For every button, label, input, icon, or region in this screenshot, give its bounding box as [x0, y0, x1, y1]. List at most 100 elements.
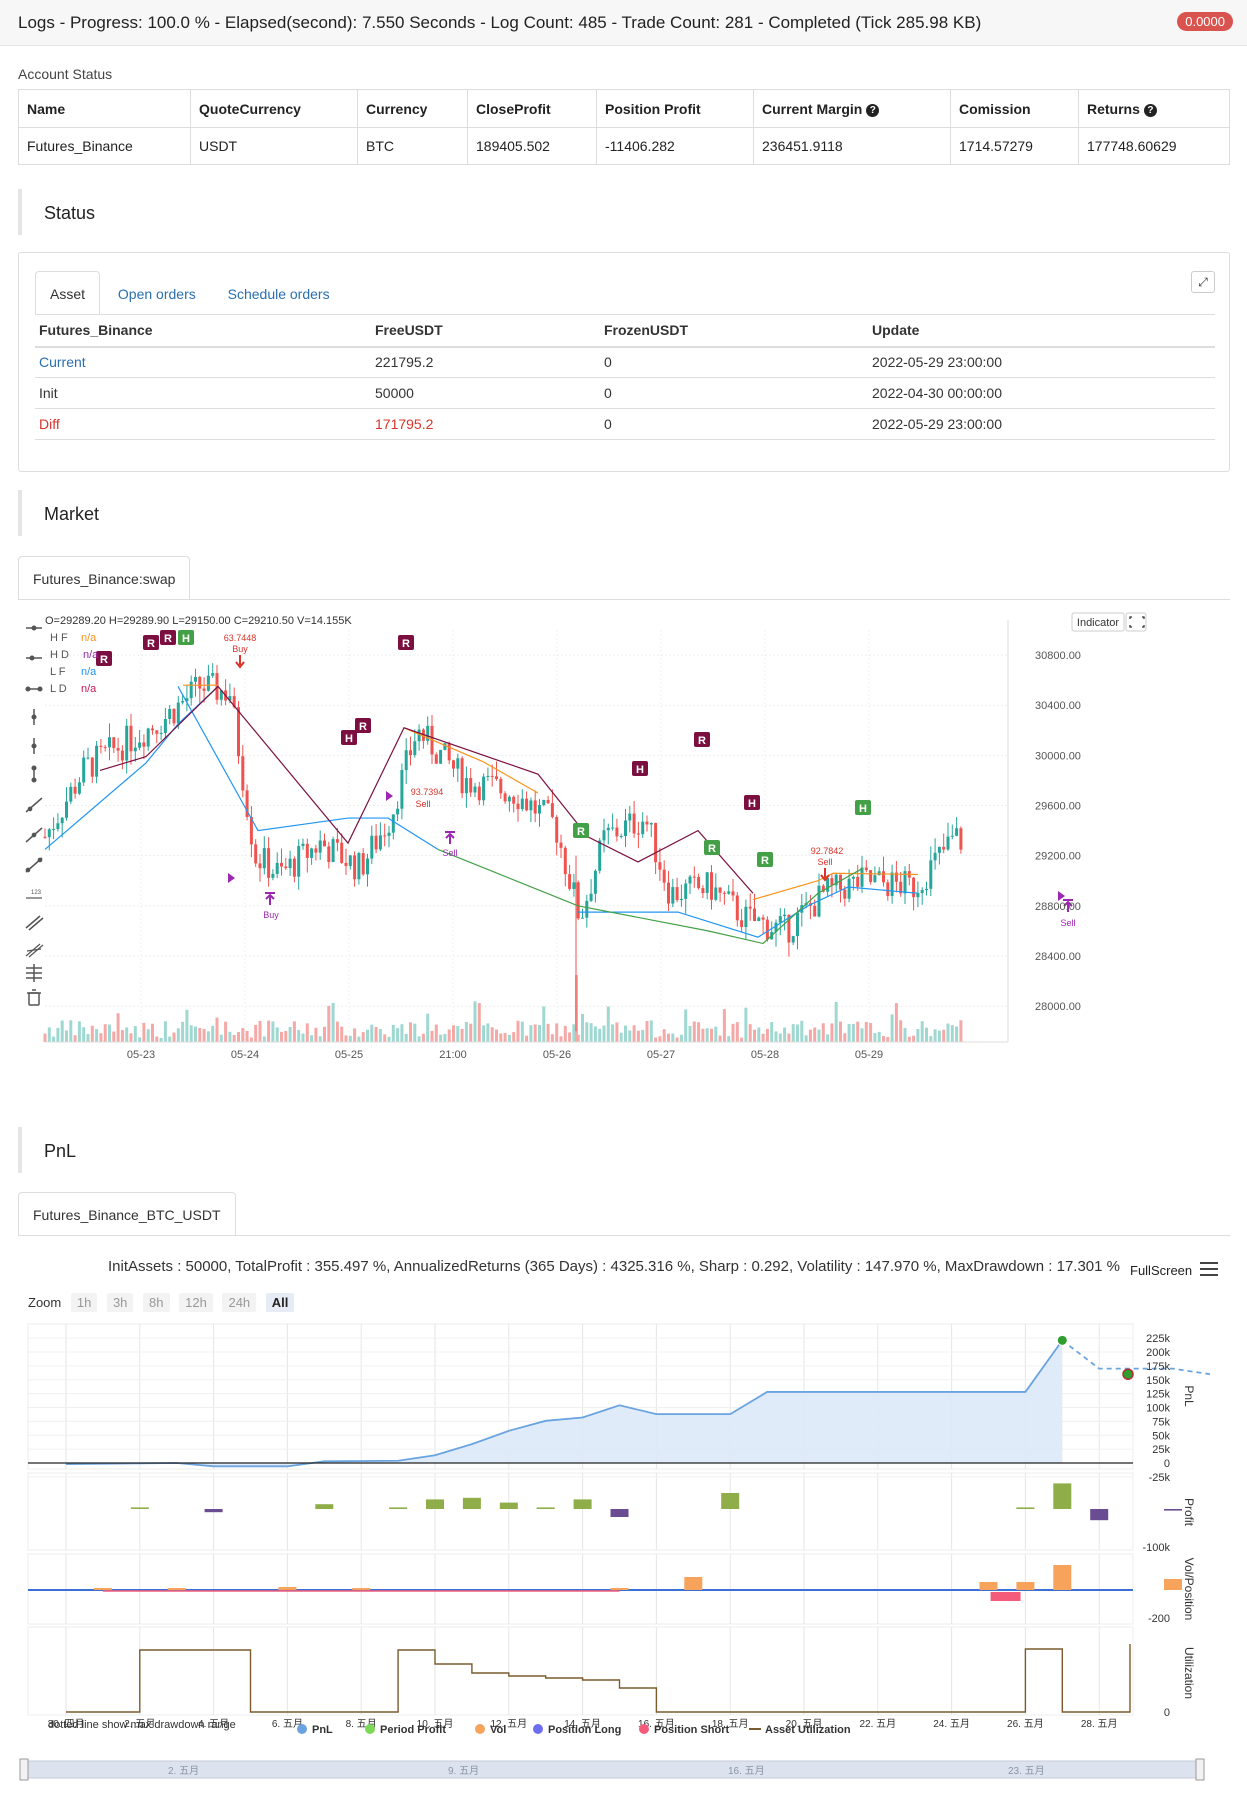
help-icon[interactable]: ?	[1143, 103, 1157, 117]
measure-icon[interactable]	[26, 964, 42, 982]
volume-bar	[774, 1031, 778, 1042]
cell: 1714.57279	[950, 127, 1079, 165]
fibonacci-icon[interactable]: 123	[26, 890, 42, 899]
volume-bar	[65, 1030, 68, 1042]
pivot-marker: R	[96, 651, 112, 666]
candle-body	[740, 920, 744, 928]
annotation-label: Sell	[1060, 918, 1075, 928]
vertical-line-icon[interactable]	[31, 709, 37, 725]
fullscreen-icon[interactable]	[1125, 612, 1147, 632]
cell: 0	[600, 377, 868, 409]
legend-item[interactable]: Asset Utilization	[765, 1724, 851, 1736]
tab-pnl-symbol[interactable]: Futures_Binance_BTC_USDT	[18, 1192, 236, 1236]
utilization-line	[66, 1644, 1131, 1713]
volume-bar	[550, 1034, 554, 1042]
marker-label: H	[859, 803, 867, 815]
vertical-ray-icon[interactable]	[31, 738, 37, 754]
parallel-channel-icon[interactable]	[25, 915, 44, 931]
candle-body	[701, 888, 705, 894]
trend-line-icon[interactable]	[25, 797, 43, 813]
marker-label: R	[147, 638, 155, 650]
candle-body	[439, 749, 443, 764]
legend-item[interactable]: Vol	[490, 1724, 506, 1736]
volume-bar	[619, 1032, 623, 1042]
candle-body	[258, 863, 262, 869]
legend-item[interactable]: Period Profit	[380, 1724, 446, 1736]
vol-bar	[167, 1588, 186, 1590]
candle-body	[490, 775, 494, 777]
candle-body	[555, 816, 559, 843]
candle-body	[327, 846, 331, 863]
candle-body	[108, 737, 111, 748]
profit-bar	[1164, 1509, 1182, 1511]
volume-bar	[477, 1003, 481, 1042]
volume-bar	[671, 1033, 675, 1042]
trash-icon[interactable]	[27, 989, 41, 1006]
navigator-tick-label: 16. 五月	[728, 1765, 765, 1777]
volume-bar	[224, 1021, 228, 1042]
tab-open-orders[interactable]: Open orders	[104, 272, 210, 316]
candle-body	[873, 875, 877, 883]
candlestick-chart[interactable]: 123 RR R RRRHHHHHRRR 30800.0030400.0030000…	[18, 610, 1230, 1110]
trend-ray-icon[interactable]	[25, 827, 43, 843]
cursor-line-icon[interactable]	[26, 625, 42, 631]
legend-swatch	[297, 1724, 307, 1734]
volume-bar	[361, 1032, 365, 1042]
marker-label: R	[359, 721, 367, 733]
expand-icon[interactable]: ⤢	[1191, 271, 1215, 293]
volume-bar	[628, 1030, 632, 1042]
navigator-left-handle[interactable]	[19, 1758, 29, 1781]
table-row: Futures_Binance USDT BTC 189405.502 -114…	[18, 127, 1230, 165]
range-navigator[interactable]: 2. 五月 9. 五月 16. 五月 23. 五月	[19, 1758, 1205, 1781]
candle-body	[443, 743, 447, 750]
tab-market-symbol[interactable]: Futures_Binance:swap	[18, 556, 191, 600]
legend-item[interactable]: Position Long	[548, 1724, 621, 1736]
pitchfork-icon[interactable]	[25, 943, 44, 958]
drawing-toolbar[interactable]: 123	[25, 625, 44, 1006]
vol-bar	[278, 1587, 297, 1590]
legend-item[interactable]: PnL	[312, 1724, 333, 1736]
legend-hf-name: H F	[50, 632, 68, 644]
volume-bar	[946, 1023, 950, 1042]
col-exchange: Futures_Binance	[35, 314, 371, 348]
volume-bar	[163, 1021, 167, 1042]
volume-bar	[929, 1036, 933, 1042]
volume-bar	[735, 1022, 739, 1042]
vol-bar	[610, 1588, 629, 1590]
volume-bar	[314, 1027, 318, 1042]
candle-body	[396, 808, 400, 815]
marker-label: H	[182, 633, 190, 645]
row-label-current[interactable]: Current	[35, 346, 371, 378]
profit-bar	[1090, 1509, 1109, 1521]
horizontal-ray-icon[interactable]	[26, 655, 42, 661]
help-icon[interactable]: ?	[866, 103, 880, 117]
volume-bar	[125, 1027, 129, 1042]
profit-bar	[610, 1509, 629, 1517]
navigator-right-handle[interactable]	[1195, 1758, 1205, 1781]
col-comission: Comission	[950, 89, 1079, 128]
vertical-segment-icon[interactable]	[31, 765, 37, 783]
tab-schedule-orders[interactable]: Schedule orders	[214, 272, 344, 316]
volume-bar	[159, 1037, 163, 1042]
volume-bar	[800, 1020, 804, 1042]
legend-item[interactable]: Position Short	[654, 1724, 730, 1736]
legend-swatch	[475, 1724, 485, 1734]
tab-asset[interactable]: Asset	[35, 271, 101, 315]
candle-body	[864, 867, 868, 871]
trend-segment-icon[interactable]	[25, 857, 43, 873]
volume-bar	[632, 1025, 636, 1042]
legend-hd-name: H D	[50, 649, 69, 661]
pnl-chart[interactable]: 225k 200k 175k 150k 125k 100k75k 50k 25k 0 -25k -1…	[18, 1246, 1230, 1806]
candle-body	[645, 821, 649, 825]
log-title: Logs - Progress: 100.0 % - Elapsed(secon…	[18, 13, 982, 32]
candle-body	[206, 675, 210, 691]
candle-body	[198, 676, 202, 689]
horizontal-line-icon[interactable]	[25, 686, 43, 692]
candle-body	[791, 936, 795, 943]
volume-bar	[533, 1024, 537, 1042]
volume-bar	[705, 1028, 709, 1042]
candle-body	[783, 914, 787, 917]
pnl-tick-label: 100k	[1146, 1403, 1170, 1415]
candle-body	[391, 814, 395, 833]
indicator-button[interactable]: Indicator	[1071, 612, 1125, 632]
